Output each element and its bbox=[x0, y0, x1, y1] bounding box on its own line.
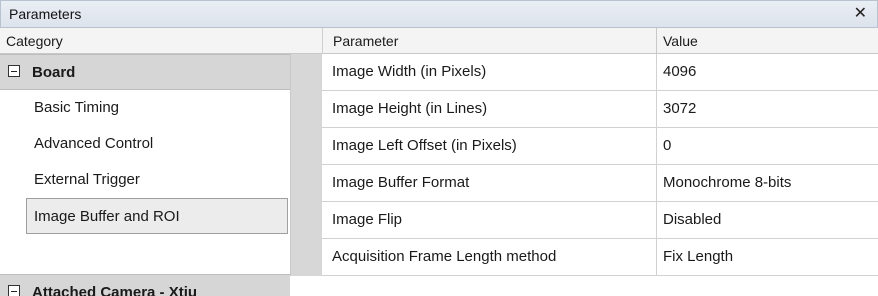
tree-group-board[interactable]: Board bbox=[0, 54, 290, 90]
parameter-name: Acquisition Frame Length method bbox=[332, 248, 557, 265]
parameter-name: Image Flip bbox=[332, 211, 403, 228]
title-bar: Parameters ✕ bbox=[0, 0, 878, 28]
table-row[interactable]: Image Flip Disabled bbox=[322, 202, 878, 239]
parameter-value[interactable]: Monochrome 8-bits bbox=[656, 165, 878, 201]
category-tree: Board Basic Timing Advanced Control Exte… bbox=[0, 54, 290, 296]
parameter-name: Image Height (in Lines) bbox=[332, 100, 488, 117]
tree-item-external-trigger[interactable]: External Trigger bbox=[0, 162, 290, 198]
parameter-header[interactable]: Parameter bbox=[322, 28, 656, 54]
close-button[interactable]: ✕ bbox=[854, 6, 867, 22]
collapse-icon[interactable] bbox=[8, 65, 20, 78]
table-row[interactable]: Image Height (in Lines) 3072 bbox=[322, 91, 878, 128]
parameter-name: Image Width (in Pixels) bbox=[332, 63, 487, 80]
category-header[interactable]: Category bbox=[0, 28, 322, 54]
table-row[interactable]: Image Left Offset (in Pixels) 0 bbox=[322, 128, 878, 165]
parameter-value[interactable]: 3072 bbox=[656, 91, 878, 127]
tree-item-basic-timing[interactable]: Basic Timing bbox=[0, 90, 290, 126]
parameter-value[interactable]: 0 bbox=[656, 128, 878, 164]
parameter-name: Image Left Offset (in Pixels) bbox=[332, 137, 517, 154]
column-header-row: Category Parameter Value bbox=[0, 28, 878, 54]
table-row[interactable]: Image Width (in Pixels) 4096 bbox=[322, 54, 878, 91]
parameter-value[interactable]: Fix Length bbox=[656, 239, 878, 275]
parameter-value[interactable]: Disabled bbox=[656, 202, 878, 238]
table-row[interactable]: Acquisition Frame Length method Fix Leng… bbox=[322, 239, 878, 276]
row-header-gutter bbox=[290, 54, 322, 276]
tree-group-label: Board bbox=[32, 64, 76, 81]
window-title: Parameters bbox=[9, 6, 82, 22]
parameter-name: Image Buffer Format bbox=[332, 174, 470, 191]
collapse-icon[interactable] bbox=[8, 285, 20, 296]
parameter-value[interactable]: 4096 bbox=[656, 54, 878, 90]
tree-item-image-buffer-roi[interactable]: Image Buffer and ROI bbox=[26, 198, 288, 234]
value-header[interactable]: Value bbox=[656, 28, 878, 54]
table-row[interactable]: Image Buffer Format Monochrome 8-bits bbox=[322, 165, 878, 202]
tree-item-advanced-control[interactable]: Advanced Control bbox=[0, 126, 290, 162]
tree-group-attached-camera[interactable]: Attached Camera - Xtiu bbox=[0, 274, 290, 296]
tree-group-label: Attached Camera - Xtiu bbox=[32, 284, 198, 296]
